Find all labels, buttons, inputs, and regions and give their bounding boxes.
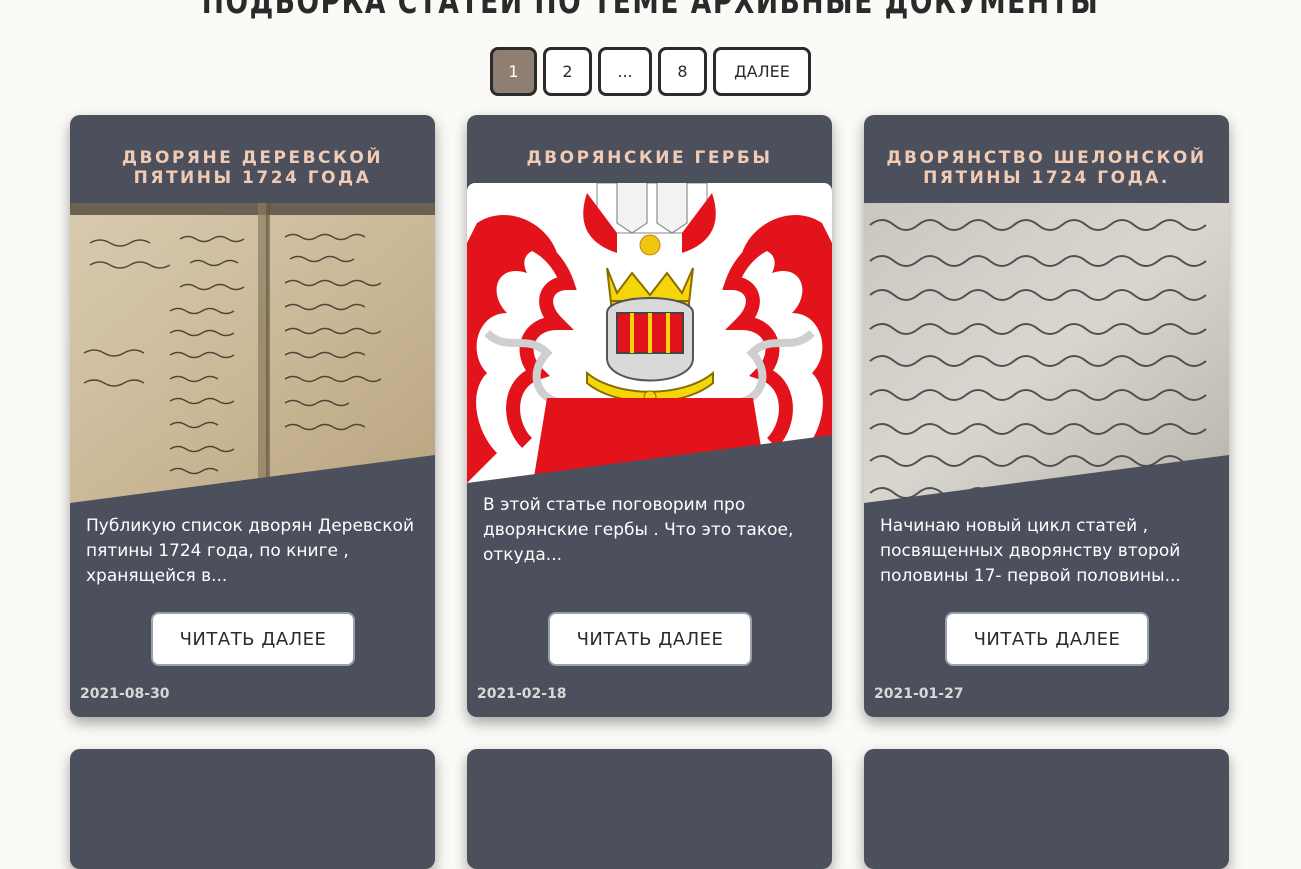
read-more-button[interactable]: ЧИТАТЬ ДАЛЕЕ <box>945 612 1149 666</box>
article-description: Начинаю новый цикл статей , посвященных … <box>880 516 1181 586</box>
article-card <box>70 749 435 869</box>
article-date: 2021-02-18 <box>477 686 567 702</box>
article-date: 2021-08-30 <box>80 686 170 702</box>
read-more-button[interactable]: ЧИТАТЬ ДАЛЕЕ <box>151 612 355 666</box>
article-title[interactable]: ДВОРЯНСТВО ШЕЛОНСКОЙ ПЯТИНЫ 1724 ГОДА. <box>880 148 1213 188</box>
article-card <box>864 749 1229 869</box>
read-more-button[interactable]: ЧИТАТЬ ДАЛЕЕ <box>548 612 752 666</box>
coat-of-arms-image-icon[interactable] <box>467 183 832 483</box>
article-card <box>467 749 832 869</box>
article-description: Публикую список дворян Деревской пятины … <box>86 516 414 586</box>
article-title[interactable]: ДВОРЯНЕ ДЕРЕВСКОЙ ПЯТИНЫ 1724 ГОДА <box>86 148 419 188</box>
pagination: 1 2 ... 8 ДАЛЕЕ <box>0 47 1301 96</box>
manuscript-photo-icon[interactable] <box>70 203 435 503</box>
article-description: В этой статье поговорим про дворянские г… <box>483 495 794 565</box>
article-date: 2021-01-27 <box>874 686 964 702</box>
page-title: ПОДБОРКА СТАТЕЙ ПО ТЕМЕ АРХИВНЫЕ ДОКУМЕН… <box>201 0 1100 22</box>
page-8-button[interactable]: 8 <box>658 47 707 96</box>
handwritten-document-photo-icon[interactable] <box>864 203 1229 503</box>
page-ellipsis-button[interactable]: ... <box>598 47 652 96</box>
article-card: ДВОРЯНЕ ДЕРЕВСКОЙ ПЯТИНЫ 1724 ГОДА Публи… <box>70 115 435 717</box>
page-2-button[interactable]: 2 <box>543 47 592 96</box>
next-page-button[interactable]: ДАЛЕЕ <box>713 47 811 96</box>
article-card: ДВОРЯНСКИЕ ГЕРБЫ В этой статье поговорим… <box>467 115 832 717</box>
article-title[interactable]: ДВОРЯНСКИЕ ГЕРБЫ <box>483 148 816 168</box>
article-card: ДВОРЯНСТВО ШЕЛОНСКОЙ ПЯТИНЫ 1724 ГОДА. Н… <box>864 115 1229 717</box>
page-1-button[interactable]: 1 <box>490 47 537 96</box>
